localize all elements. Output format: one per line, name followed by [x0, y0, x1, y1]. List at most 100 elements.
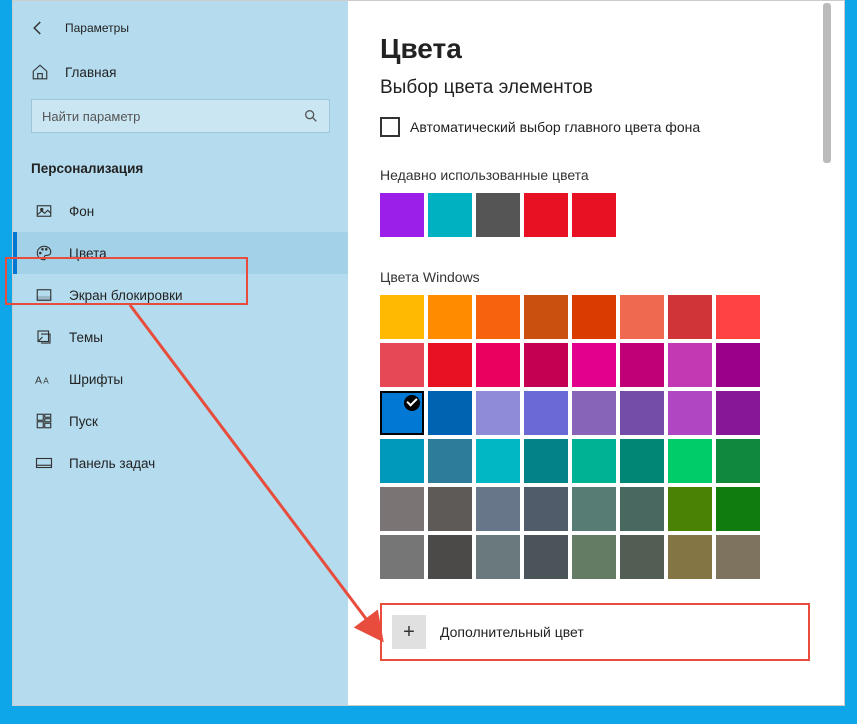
main-content: Цвета Выбор цвета элементов Автоматическ… — [348, 1, 844, 705]
windows-color-swatch[interactable] — [524, 391, 568, 435]
recent-color-swatch[interactable] — [476, 193, 520, 237]
plus-icon: + — [392, 615, 426, 649]
windows-color-swatch[interactable] — [572, 343, 616, 387]
windows-color-swatch[interactable] — [716, 343, 760, 387]
sidebar-item-lockscreen[interactable]: Экран блокировки — [13, 274, 348, 316]
windows-color-swatch[interactable] — [380, 295, 424, 339]
windows-color-swatch[interactable] — [620, 535, 664, 579]
windows-color-swatch[interactable] — [668, 295, 712, 339]
scrollbar[interactable] — [823, 3, 831, 163]
lockscreen-icon — [35, 286, 53, 304]
auto-color-checkbox[interactable] — [380, 117, 400, 137]
windows-color-swatch[interactable] — [380, 439, 424, 483]
titlebar: Параметры — [13, 11, 348, 53]
sidebar-item-taskbar[interactable]: Панель задач — [13, 442, 348, 484]
windows-color-swatch[interactable] — [716, 487, 760, 531]
page-subheading: Выбор цвета элементов — [380, 77, 820, 99]
home-link[interactable]: Главная — [13, 53, 348, 91]
windows-color-swatch[interactable] — [716, 295, 760, 339]
windows-color-swatch[interactable] — [572, 535, 616, 579]
taskbar-icon — [35, 454, 53, 472]
windows-color-swatch[interactable] — [380, 487, 424, 531]
windows-colors-label: Цвета Windows — [380, 269, 820, 285]
windows-color-swatch[interactable] — [716, 439, 760, 483]
windows-color-swatch[interactable] — [428, 535, 472, 579]
custom-color-label: Дополнительный цвет — [440, 624, 584, 640]
sidebar-item-fonts[interactable]: A A Шрифты — [13, 358, 348, 400]
sidebar-item-label: Экран блокировки — [69, 288, 183, 303]
windows-color-swatch[interactable] — [668, 487, 712, 531]
windows-color-swatch[interactable] — [668, 439, 712, 483]
windows-color-swatch[interactable] — [476, 439, 520, 483]
sidebar-item-label: Пуск — [69, 414, 98, 429]
windows-color-swatch[interactable] — [620, 343, 664, 387]
custom-color-button[interactable]: + Дополнительный цвет — [380, 603, 810, 661]
recent-color-swatch[interactable] — [572, 193, 616, 237]
auto-color-row[interactable]: Автоматический выбор главного цвета фона — [380, 117, 820, 137]
windows-color-swatch[interactable] — [476, 343, 520, 387]
search-input[interactable] — [42, 109, 303, 124]
start-icon — [35, 412, 53, 430]
palette-icon — [35, 244, 53, 262]
recent-colors-label: Недавно использованные цвета — [380, 167, 820, 183]
recent-color-swatch[interactable] — [524, 193, 568, 237]
sidebar-item-background[interactable]: Фон — [13, 190, 348, 232]
sidebar-item-start[interactable]: Пуск — [13, 400, 348, 442]
windows-color-swatch[interactable] — [476, 535, 520, 579]
back-icon[interactable] — [29, 19, 47, 37]
windows-color-swatch[interactable] — [572, 391, 616, 435]
themes-icon — [35, 328, 53, 346]
recent-color-swatch[interactable] — [428, 193, 472, 237]
sidebar-item-themes[interactable]: Темы — [13, 316, 348, 358]
svg-text:A: A — [43, 377, 49, 386]
windows-color-swatch[interactable] — [476, 295, 520, 339]
section-label: Персонализация — [13, 151, 348, 190]
sidebar: Параметры Главная Персонализация Ф — [13, 1, 348, 705]
sidebar-item-label: Панель задач — [69, 456, 155, 471]
auto-color-label: Автоматический выбор главного цвета фона — [410, 119, 700, 135]
windows-color-swatch[interactable] — [572, 487, 616, 531]
windows-color-swatch[interactable] — [620, 295, 664, 339]
windows-color-swatch[interactable] — [476, 487, 520, 531]
windows-color-swatch[interactable] — [524, 439, 568, 483]
settings-window: Параметры Главная Персонализация Ф — [12, 0, 845, 706]
windows-colors-grid — [380, 295, 820, 579]
windows-color-swatch[interactable] — [380, 343, 424, 387]
windows-color-swatch[interactable] — [620, 487, 664, 531]
sidebar-item-label: Цвета — [69, 246, 107, 261]
windows-color-swatch[interactable] — [716, 391, 760, 435]
windows-color-swatch[interactable] — [524, 535, 568, 579]
windows-color-swatch[interactable] — [524, 295, 568, 339]
windows-color-swatch[interactable] — [572, 439, 616, 483]
windows-color-swatch[interactable] — [428, 391, 472, 435]
window-title: Параметры — [65, 21, 129, 35]
page-heading: Цвета — [380, 33, 820, 65]
windows-color-swatch[interactable] — [716, 535, 760, 579]
recent-colors-row — [380, 193, 820, 237]
windows-color-swatch[interactable] — [572, 295, 616, 339]
windows-color-swatch[interactable] — [524, 343, 568, 387]
home-label: Главная — [65, 65, 116, 80]
sidebar-item-label: Фон — [69, 204, 94, 219]
windows-color-swatch[interactable] — [620, 391, 664, 435]
windows-color-swatch[interactable] — [524, 487, 568, 531]
windows-color-swatch[interactable] — [380, 535, 424, 579]
sidebar-item-label: Шрифты — [69, 372, 123, 387]
svg-text:A: A — [35, 375, 42, 387]
windows-color-swatch[interactable] — [668, 391, 712, 435]
search-box[interactable] — [31, 99, 330, 133]
windows-color-swatch[interactable] — [428, 295, 472, 339]
sidebar-item-colors[interactable]: Цвета — [13, 232, 348, 274]
windows-color-swatch[interactable] — [668, 535, 712, 579]
windows-color-swatch[interactable] — [476, 391, 520, 435]
windows-color-swatch[interactable] — [428, 343, 472, 387]
windows-color-swatch[interactable] — [380, 391, 424, 435]
recent-color-swatch[interactable] — [380, 193, 424, 237]
picture-icon — [35, 202, 53, 220]
windows-color-swatch[interactable] — [428, 439, 472, 483]
windows-color-swatch[interactable] — [428, 487, 472, 531]
sidebar-item-label: Темы — [69, 330, 103, 345]
windows-color-swatch[interactable] — [620, 439, 664, 483]
fonts-icon: A A — [35, 370, 53, 388]
windows-color-swatch[interactable] — [668, 343, 712, 387]
